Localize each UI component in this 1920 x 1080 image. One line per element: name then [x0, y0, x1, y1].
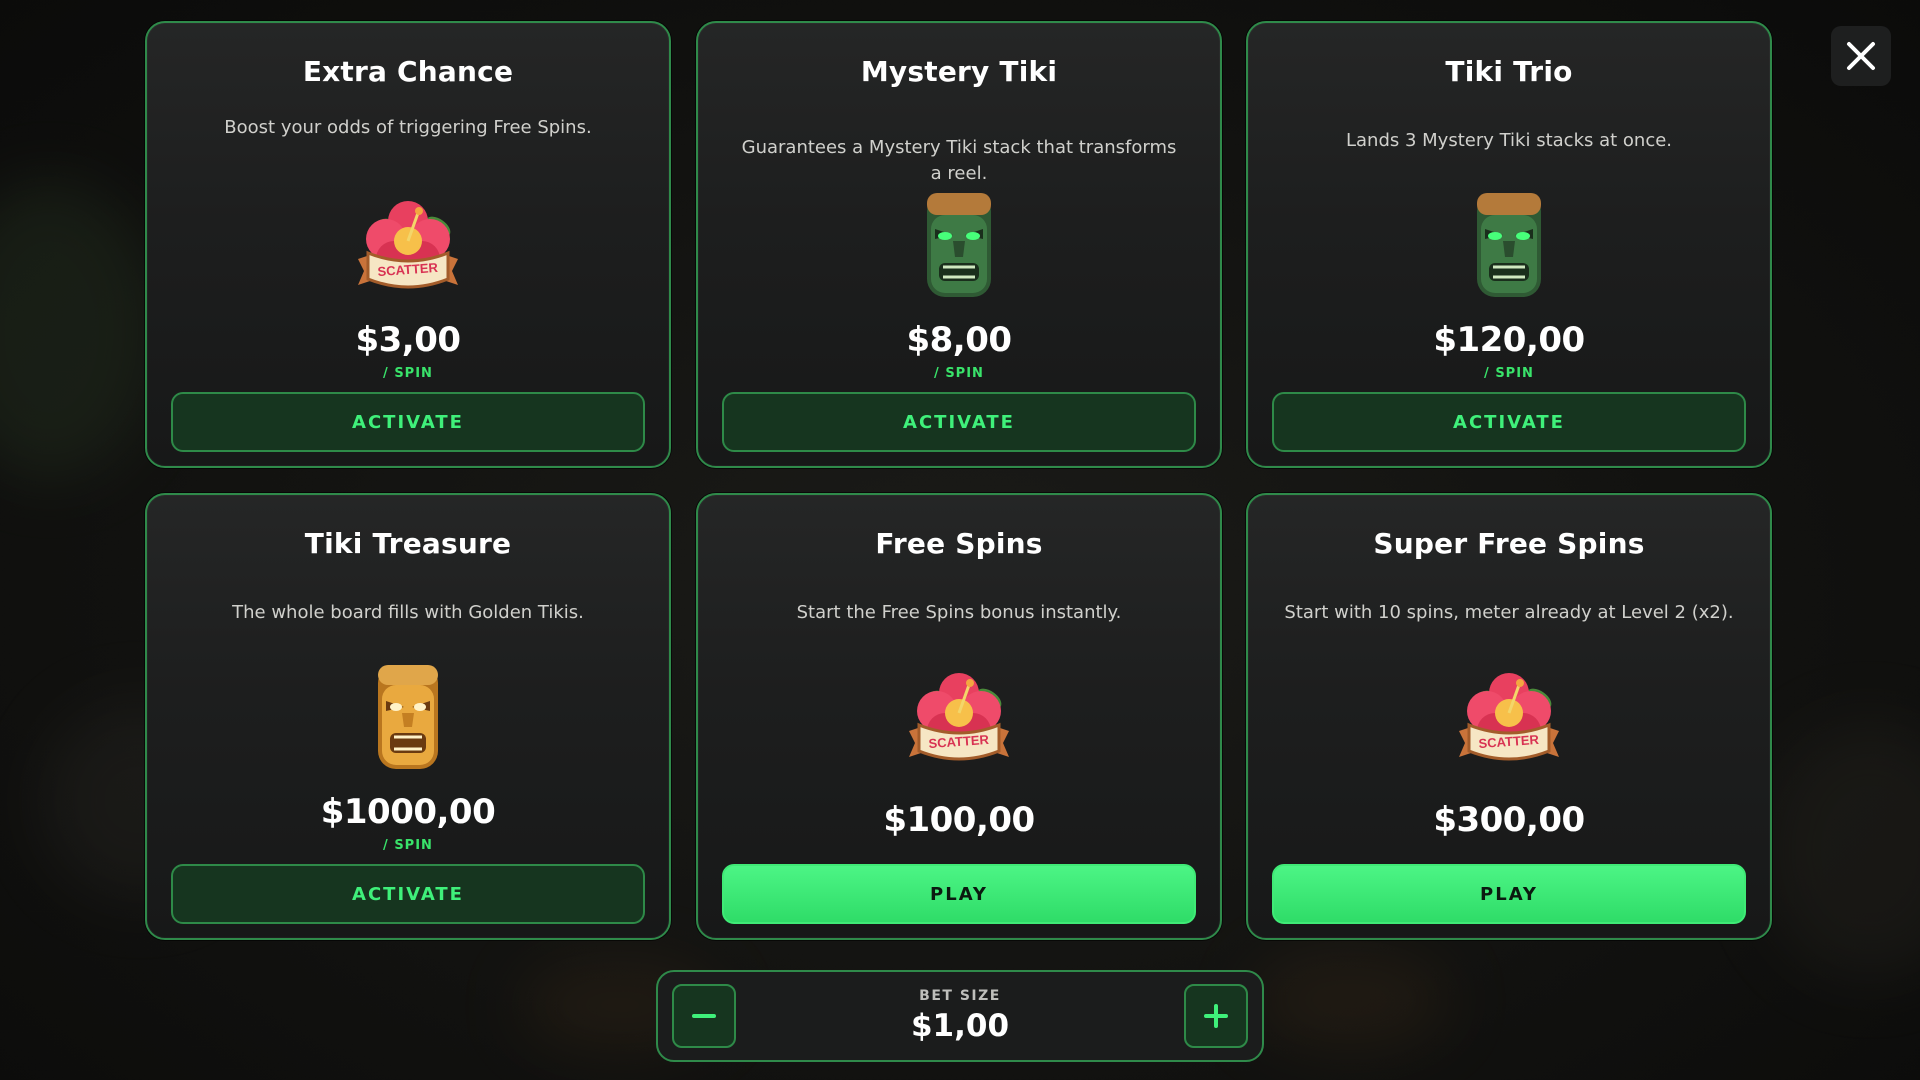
- play-button[interactable]: PLAY: [722, 864, 1196, 924]
- card-mystery-tiki: Mystery Tiki Guarantees a Mystery Tiki s…: [696, 21, 1222, 468]
- golden-tiki-mask-icon: [352, 661, 464, 773]
- price-unit: / SPIN: [1484, 366, 1534, 381]
- green-tiki-mask-icon: [903, 189, 1015, 301]
- card-title: Tiki Treasure: [304, 527, 512, 560]
- bet-size-label: BET SIZE: [919, 988, 1001, 1004]
- price: $120,00: [1433, 320, 1585, 360]
- card-description: The whole board fills with Golden Tikis.: [232, 602, 584, 623]
- bet-size-panel: BET SIZE $1,00: [656, 970, 1264, 1062]
- bet-size-value: $1,00: [910, 1008, 1010, 1044]
- price: $8,00: [906, 320, 1012, 360]
- card-description: Start with 10 spins, meter already at Le…: [1284, 602, 1734, 623]
- background-blob: [0, 180, 160, 480]
- card-free-spins: Free Spins Start the Free Spins bonus in…: [696, 493, 1222, 940]
- green-tiki-mask-icon: [1453, 189, 1565, 301]
- background-blob: [1760, 720, 1920, 980]
- card-title: Tiki Trio: [1445, 55, 1573, 88]
- price: $1000,00: [320, 792, 496, 832]
- activate-button[interactable]: ACTIVATE: [722, 392, 1196, 452]
- close-icon: [1847, 42, 1875, 70]
- card-description: Lands 3 Mystery Tiki stacks at once.: [1345, 130, 1673, 151]
- card-tiki-trio: Tiki Trio Lands 3 Mystery Tiki stacks at…: [1246, 21, 1772, 468]
- card-title: Super Free Spins: [1373, 527, 1645, 560]
- card-title: Free Spins: [875, 527, 1043, 560]
- card-description: Start the Free Spins bonus instantly.: [796, 602, 1122, 623]
- card-description: Boost your odds of triggering Free Spins…: [224, 117, 592, 138]
- card-extra-chance: Extra Chance Boost your odds of triggeri…: [145, 21, 671, 468]
- plus-icon: [1204, 1004, 1228, 1028]
- background-blob: [1250, 950, 1450, 1050]
- card-tiki-treasure: Tiki Treasure The whole board fills with…: [145, 493, 671, 940]
- price: $300,00: [1433, 800, 1585, 840]
- price-unit: / SPIN: [383, 366, 433, 381]
- scatter-hibiscus-icon: SCATTER: [352, 189, 464, 301]
- close-button[interactable]: [1831, 26, 1891, 86]
- price: $3,00: [355, 320, 461, 360]
- bet-increase-button[interactable]: [1184, 984, 1248, 1048]
- card-super-free-spins: Super Free Spins Start with 10 spins, me…: [1246, 493, 1772, 940]
- card-description: Guarantees a Mystery Tiki stack that tra…: [741, 137, 1177, 184]
- activate-button[interactable]: ACTIVATE: [171, 392, 645, 452]
- price-unit: / SPIN: [383, 838, 433, 853]
- play-button[interactable]: PLAY: [1272, 864, 1746, 924]
- price-unit: / SPIN: [934, 366, 984, 381]
- scatter-hibiscus-icon: SCATTER: [1453, 661, 1565, 773]
- card-title: Mystery Tiki: [860, 55, 1058, 88]
- card-title: Extra Chance: [302, 55, 514, 88]
- price: $100,00: [883, 800, 1035, 840]
- scatter-hibiscus-icon: SCATTER: [903, 661, 1015, 773]
- activate-button[interactable]: ACTIVATE: [1272, 392, 1746, 452]
- activate-button[interactable]: ACTIVATE: [171, 864, 645, 924]
